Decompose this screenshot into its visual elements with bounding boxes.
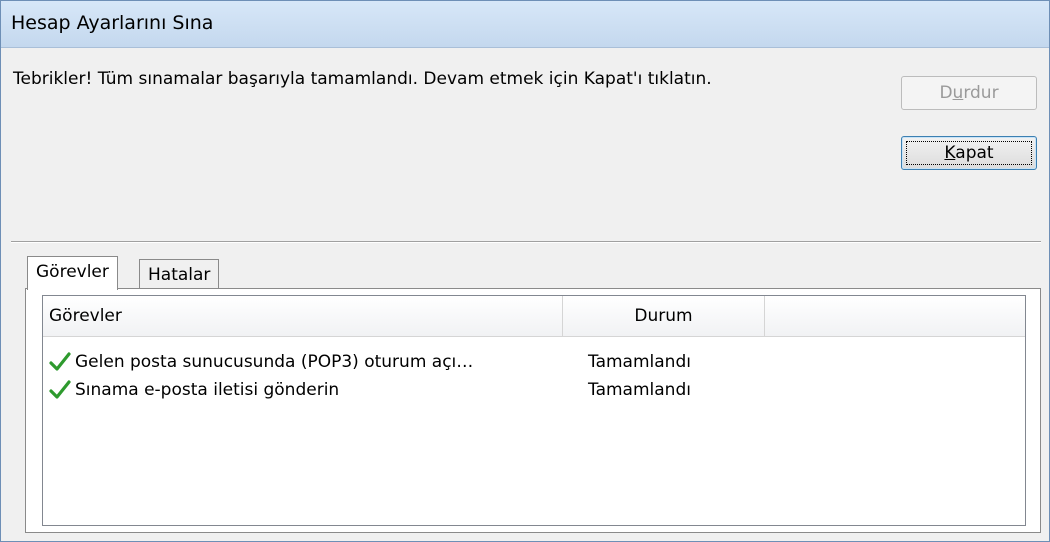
column-header-status-label: Durum	[634, 306, 693, 326]
tab-gorevler-label: Görevler	[36, 262, 109, 282]
column-header-tasks[interactable]: Görevler	[43, 296, 563, 336]
tab-hatalar[interactable]: Hatalar	[139, 259, 220, 291]
window-title: Hesap Ayarlarını Sına	[11, 12, 214, 34]
column-header-status[interactable]: Durum	[563, 296, 765, 336]
task-status: Tamamlandı	[588, 352, 691, 372]
title-bar[interactable]: Hesap Ayarlarını Sına	[1, 1, 1049, 48]
task-name: Gelen posta sunucusunda (POP3) oturum aç…	[75, 352, 474, 372]
table-row[interactable]: Sınama e-posta iletisi gönderin Tamamlan…	[43, 376, 1025, 404]
tab-hatalar-label: Hatalar	[148, 265, 211, 285]
tab-gorevler[interactable]: Görevler	[27, 256, 118, 290]
dialog-window: Hesap Ayarlarını Sına Tebrikler! Tüm sın…	[0, 0, 1050, 542]
tasks-list[interactable]: Görevler Durum Gelen posta sunucusunda (…	[42, 295, 1026, 526]
focus-rectangle	[906, 141, 1032, 165]
tab-panel: Görevler Durum Gelen posta sunucusunda (…	[25, 288, 1041, 533]
column-header-tasks-label: Görevler	[49, 306, 122, 326]
separator-line	[11, 241, 1041, 243]
close-button[interactable]: Kapat	[901, 136, 1037, 170]
checkmark-icon	[49, 352, 71, 371]
status-message: Tebrikler! Tüm sınamalar başarıyla tamam…	[13, 69, 712, 89]
checkmark-icon	[49, 380, 71, 399]
task-status: Tamamlandı	[588, 380, 691, 400]
stop-button-label: Durdur	[939, 83, 999, 103]
task-name: Sınama e-posta iletisi gönderin	[75, 380, 340, 400]
table-row[interactable]: Gelen posta sunucusunda (POP3) oturum aç…	[43, 348, 1025, 376]
list-header: Görevler Durum	[43, 296, 1025, 337]
stop-button[interactable]: Durdur	[901, 76, 1037, 110]
